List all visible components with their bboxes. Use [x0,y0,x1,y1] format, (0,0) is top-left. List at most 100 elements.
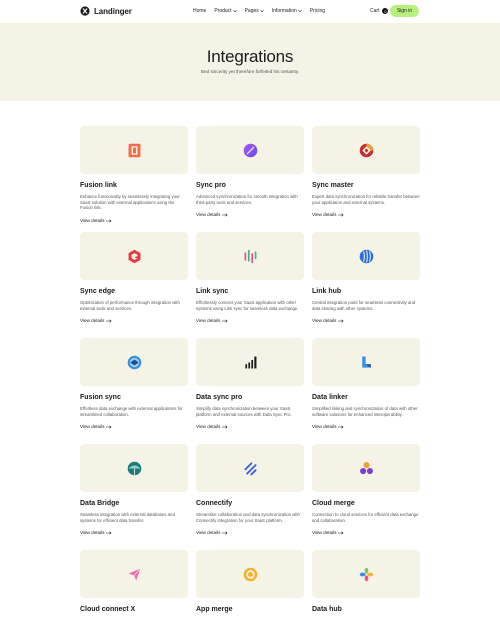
card-thumbnail [312,126,420,174]
data-linker-logo-icon [361,356,371,368]
arrow-right-icon [338,212,344,217]
card-title: Link hub [312,288,342,295]
chevron-down-icon [232,10,237,13]
view-details-link[interactable]: View details [196,424,228,429]
view-details-link[interactable]: View details [196,212,228,217]
card-thumbnail [312,444,420,492]
card-thumbnail [196,550,304,598]
sync-pro-logo-icon [243,143,257,157]
sync-edge-logo-icon [128,249,140,263]
link-label: View details [80,318,105,323]
integration-card[interactable]: Data linker Simplified linking and synch… [312,338,420,444]
integration-card[interactable]: Link hub Central integration point for s… [312,232,420,338]
hero-section: Integrations Bed sincerity yet therefore… [0,23,500,101]
link-label: View details [80,424,105,429]
cart-label: Cart [370,8,380,14]
menu-item-information[interactable]: Information [272,8,302,14]
integration-card[interactable]: Connectify Streamline collaboration and … [196,444,304,550]
card-description: Advanced synchronization for smooth inte… [196,194,298,205]
menu-item-product[interactable]: Product [214,8,237,14]
card-title: Cloud merge [312,500,355,507]
cart-button[interactable]: Cart 0 [370,8,389,14]
card-thumbnail [196,338,304,386]
menu-label: Information [271,8,297,14]
card-thumbnail [312,550,420,598]
card-title: Sync master [312,182,354,189]
view-details-link[interactable]: View details [312,212,344,217]
card-description: Simplified linking and synchronization o… [312,406,418,417]
arrow-right-icon [338,424,344,429]
link-label: View details [196,424,221,429]
link-label: View details [312,530,337,535]
top-nav: Landinger Home Product Pages Information… [0,0,500,23]
integration-card[interactable]: Fusion link Enhance functionality by sea… [80,126,188,232]
card-thumbnail [196,444,304,492]
view-details-link[interactable]: View details [312,318,344,323]
card-title: Cloud connect X [80,606,136,613]
view-details-link[interactable]: View details [312,424,344,429]
arrow-right-icon [338,530,344,535]
fusion-sync-logo-icon [127,355,141,369]
card-thumbnail [312,338,420,386]
brand-name: Landinger [94,6,132,16]
menu-item-pricing[interactable]: Pricing [310,8,325,14]
cloud-merge-logo-icon [359,461,373,474]
page-title: Integrations [206,47,294,66]
integration-card[interactable]: Link sync Effortlessly connect your SaaS… [196,232,304,338]
card-title: Data linker [312,394,348,401]
integration-card[interactable]: Cloud connect X [80,550,188,625]
menu-item-home[interactable]: Home [193,8,206,14]
card-title: Fusion sync [80,394,121,401]
menu-item-pages[interactable]: Pages [245,8,264,14]
integration-card[interactable]: Data sync pro Simplify data synchronizat… [196,338,304,444]
card-description: Enhance functionality by seamlessly inte… [80,194,180,211]
card-description: Central integration point for seamless c… [312,300,416,311]
card-thumbnail [80,126,188,174]
integration-card[interactable]: Fusion sync Effortless data exchange wit… [80,338,188,444]
card-thumbnail [196,232,304,280]
data-bridge-logo-icon [127,461,141,475]
view-details-link[interactable]: View details [80,530,112,535]
cart-count-badge: 0 [382,8,389,14]
card-description: Optimization of performance through inte… [80,300,180,311]
arrow-right-icon [106,318,112,323]
integration-card[interactable]: Sync edge Optimization of performance th… [80,232,188,338]
integration-card[interactable]: Cloud merge Connection to cloud services… [312,444,420,550]
sync-master-logo-icon [359,143,373,157]
view-details-link[interactable]: View details [196,530,228,535]
card-title: Connectify [196,500,233,507]
view-details-link[interactable]: View details [196,318,228,323]
card-description: Simplify data synchronization between yo… [196,406,292,417]
app-merge-logo-icon [243,567,257,581]
integration-card[interactable]: Data Bridge Seamless integration with ex… [80,444,188,550]
card-title: Fusion link [80,182,117,189]
menu-label: Product [214,8,232,14]
view-details-link[interactable]: View details [80,218,112,223]
link-label: View details [196,212,221,217]
chevron-down-icon [298,10,302,13]
sign-in-button[interactable]: Sign in [390,5,419,17]
integration-card[interactable]: Sync master Expert data synchronization … [312,126,420,232]
arrow-right-icon [222,424,228,429]
link-sync-logo-icon [244,249,256,263]
card-description: Effortless data exchange with external a… [80,406,183,417]
integration-card[interactable]: App merge [196,550,304,625]
card-thumbnail [312,232,420,280]
link-label: View details [196,530,221,535]
brand-logo[interactable]: Landinger [80,6,132,16]
view-details-link[interactable]: View details [80,424,112,429]
arrow-right-icon [222,212,228,217]
card-description: Connection to cloud services for efficie… [312,512,419,523]
integration-card[interactable]: Data hub [312,550,420,625]
card-thumbnail [196,126,304,174]
menu-label: Home [193,8,207,14]
card-thumbnail [80,550,188,598]
integration-card[interactable]: Sync pro Advanced synchronization for sm… [196,126,304,232]
arrow-right-icon [338,318,344,323]
view-details-link[interactable]: View details [312,530,344,535]
menu-label: Pages [244,8,259,14]
card-title: Link sync [196,288,229,295]
landinger-logo-icon [80,6,90,16]
card-description: Streamline collaboration and data synchr… [196,512,300,523]
view-details-link[interactable]: View details [80,318,112,323]
